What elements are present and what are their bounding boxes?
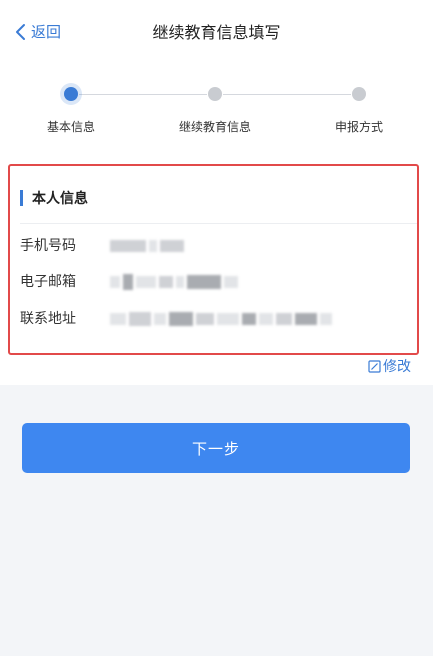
personal-info-card: 本人信息 手机号码 电子邮箱 联系地址 (8, 164, 419, 355)
step-dot-basic-info (64, 87, 78, 101)
step-label-declare-method: 申报方式 (334, 120, 384, 134)
section-header: 本人信息 (20, 188, 88, 208)
email-row: 电子邮箱 (20, 272, 238, 292)
email-value-redacted (110, 274, 238, 290)
step-dot-education-info (208, 87, 222, 101)
edit-button[interactable]: 修改 (368, 356, 411, 376)
page: 返回 继续教育信息填写 基本信息 继续教育信息 申报方式 本人信息 手机号码 电… (0, 0, 433, 656)
step-connector (79, 94, 207, 95)
step-dot-declare-method (352, 87, 366, 101)
phone-value-redacted (110, 240, 184, 252)
step-label-education-info: 继续教育信息 (178, 120, 252, 134)
edit-label: 修改 (383, 359, 411, 375)
phone-label: 手机号码 (20, 238, 76, 254)
step-indicator: 基本信息 继续教育信息 申报方式 (0, 62, 433, 160)
step-connector (223, 94, 351, 95)
step-label-basic-info: 基本信息 (46, 120, 96, 134)
nav-bar: 返回 继续教育信息填写 (0, 0, 433, 62)
edit-icon (368, 359, 381, 373)
address-row: 联系地址 (20, 309, 332, 329)
section-title: 本人信息 (32, 191, 88, 207)
page-title: 继续教育信息填写 (152, 23, 281, 42)
email-label: 电子邮箱 (20, 274, 76, 290)
divider (20, 223, 417, 224)
next-step-button[interactable]: 下一步 (22, 423, 410, 473)
phone-row: 手机号码 (20, 236, 184, 256)
address-label: 联系地址 (20, 311, 76, 327)
section-accent-bar (20, 190, 23, 206)
address-value-redacted (110, 312, 332, 326)
